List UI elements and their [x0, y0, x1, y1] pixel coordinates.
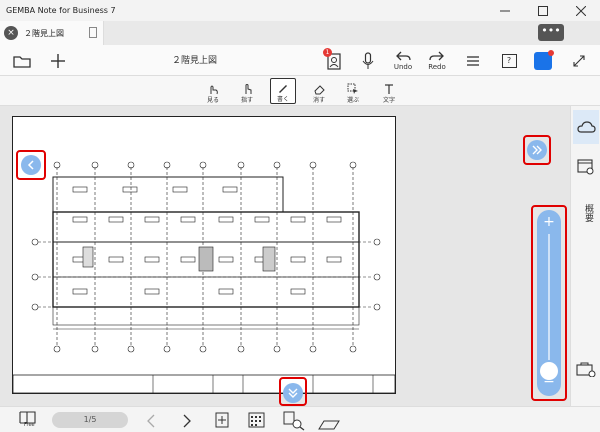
- zoom-slider[interactable]: + −: [537, 210, 561, 396]
- tool-text-label: 文字: [382, 97, 395, 104]
- undo-label: Undo: [393, 63, 413, 71]
- redo-button[interactable]: Redo: [424, 45, 450, 76]
- tool-select[interactable]: 選ぶ: [340, 78, 366, 104]
- cloud-sync-tab[interactable]: [573, 110, 599, 144]
- maximize-icon: [538, 5, 548, 16]
- tab-row: × ２階見上図 •••: [0, 21, 600, 45]
- chevron-left-icon: [27, 160, 34, 170]
- window-controls: [486, 0, 600, 21]
- expand-icon: [573, 54, 585, 67]
- page-magnifier-icon: [283, 411, 305, 431]
- zoom-in-button[interactable]: +: [537, 214, 561, 230]
- overview-tab-label[interactable]: 概要: [577, 204, 595, 222]
- redo-label: Redo: [428, 63, 446, 71]
- tool-text[interactable]: 文字: [376, 78, 402, 104]
- title-bar: GEMBA Note for Business 7: [0, 0, 600, 21]
- prev-page-button[interactable]: [21, 155, 41, 175]
- free-label: Free: [24, 422, 35, 428]
- plus-icon: [51, 53, 65, 68]
- tab-title: ２階見上図: [24, 28, 64, 38]
- maximize-button[interactable]: [524, 0, 562, 21]
- help-button[interactable]: ?: [498, 45, 520, 76]
- add-page-button[interactable]: [215, 412, 229, 432]
- page-icon: [89, 27, 97, 38]
- tool-erase-label: 消す: [312, 97, 325, 104]
- hamburger-menu-icon: [467, 55, 479, 66]
- window-title: GEMBA Note for Business 7: [6, 6, 116, 15]
- folder-icon: [13, 55, 31, 68]
- toolbox-gear-icon: [576, 362, 596, 377]
- select-cursor-icon: [347, 83, 358, 94]
- pointer-finger-icon: [245, 84, 252, 94]
- parallelogram-icon: [318, 420, 340, 430]
- document-tab[interactable]: × ２階見上図: [0, 21, 104, 45]
- open-folder-button[interactable]: [10, 45, 34, 76]
- tool-view[interactable]: 見る: [200, 78, 226, 104]
- chevron-left-icon: [147, 414, 155, 428]
- chevron-right-icon: [183, 414, 191, 428]
- app-window: GEMBA Note for Business 7 × ２階見上図 ••• ２階…: [0, 0, 600, 432]
- tool-select-label: 選ぶ: [346, 97, 359, 104]
- tool-write[interactable]: 書く: [270, 78, 296, 104]
- next-page-button[interactable]: [527, 140, 547, 160]
- more-options-button[interactable]: •••: [538, 24, 564, 41]
- next-page-nav-button[interactable]: [182, 413, 192, 432]
- tool-write-label: 書く: [276, 96, 289, 103]
- toolbox-tab[interactable]: [575, 358, 597, 380]
- page-grid-button[interactable]: [248, 411, 266, 432]
- notification-badge: 1: [323, 48, 332, 57]
- minimize-button[interactable]: [486, 0, 524, 21]
- sync-app-icon: [534, 49, 554, 70]
- tool-erase[interactable]: 消す: [306, 78, 332, 104]
- hand-pointer-icon: [210, 85, 218, 95]
- free-book-button[interactable]: Free: [18, 410, 42, 430]
- expand-button[interactable]: [568, 45, 590, 76]
- page-indicator: 1/5: [52, 412, 128, 428]
- calendar-grid-icon: [248, 412, 265, 428]
- tool-point-label: 指す: [240, 97, 253, 104]
- redo-icon: [429, 51, 444, 61]
- tab-close-button[interactable]: ×: [4, 26, 18, 40]
- microphone-icon: [362, 51, 374, 69]
- pen-icon: [279, 85, 287, 93]
- blueprint-drawing: [12, 161, 396, 394]
- side-panel: 概要: [570, 106, 600, 406]
- voice-memo-button[interactable]: [356, 45, 380, 76]
- minimize-icon: [500, 10, 510, 11]
- settings-tab[interactable]: [575, 156, 597, 178]
- prev-page-nav-button[interactable]: [146, 413, 156, 432]
- sync-app-button[interactable]: [531, 45, 555, 76]
- add-button[interactable]: [46, 45, 70, 76]
- review-button[interactable]: 1: [320, 45, 348, 76]
- tool-view-label: 見る: [206, 97, 219, 104]
- undo-icon: [396, 51, 411, 61]
- help-icon: ?: [501, 53, 517, 68]
- floor-plan-sheet[interactable]: [12, 116, 396, 394]
- close-window-button[interactable]: [562, 0, 600, 21]
- zoom-track: [548, 234, 550, 360]
- page-search-button[interactable]: [283, 411, 305, 432]
- sync-alert-dot: [548, 49, 554, 56]
- double-chevron-right-icon: [532, 145, 542, 155]
- menu-button[interactable]: [462, 45, 484, 76]
- text-t-icon: [385, 84, 393, 94]
- drawing-canvas[interactable]: + −: [0, 106, 570, 406]
- double-chevron-down-icon: [288, 388, 298, 398]
- edit-toolbar: 見る 指す 書く 消す 選ぶ 文字: [0, 76, 600, 106]
- eraser-icon: [314, 85, 325, 95]
- cloud-icon: [577, 121, 596, 133]
- bottom-bar: Free 1/5: [0, 406, 600, 432]
- window-gear-icon: [577, 159, 594, 175]
- zoom-out-button[interactable]: −: [537, 374, 561, 390]
- undo-button[interactable]: Undo: [390, 45, 416, 76]
- main-toolbar: ２階見上図 1 Undo Redo ?: [0, 45, 600, 76]
- tool-point[interactable]: 指す: [234, 78, 260, 104]
- add-page-icon: [215, 412, 229, 428]
- scroll-down-button[interactable]: [283, 383, 303, 403]
- document-title: ２階見上図: [172, 56, 218, 66]
- perspective-button[interactable]: [318, 415, 340, 432]
- close-icon: [576, 5, 586, 16]
